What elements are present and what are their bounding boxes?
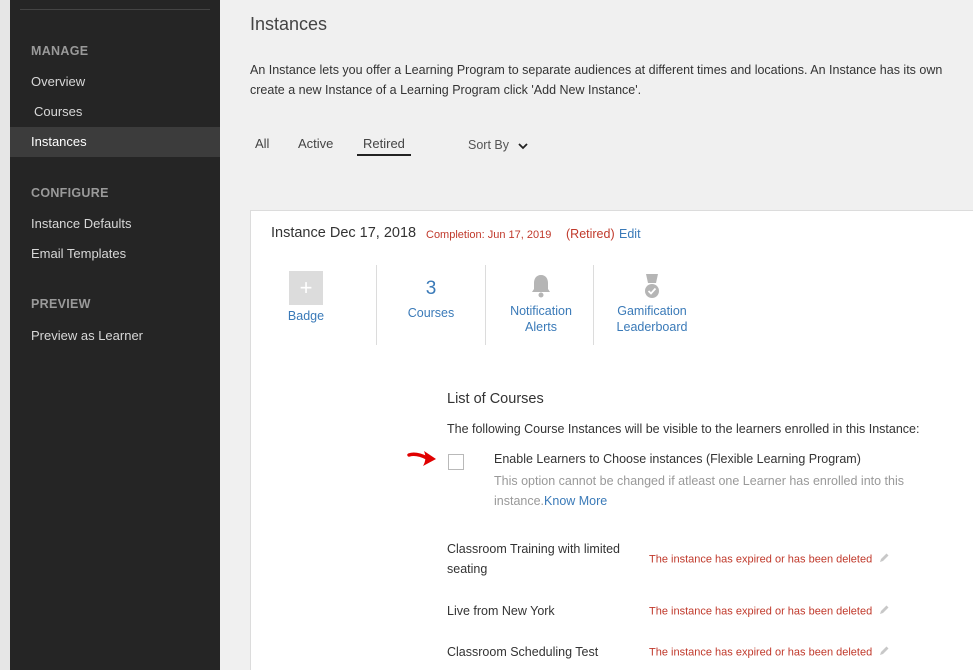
add-badge-icon: + [289,271,323,305]
completion-date: Completion: Jun 17, 2019 [426,229,552,241]
sidebar: MANAGE Overview Courses Instances CONFIG… [10,0,220,670]
course-name: Live from New York [447,604,555,618]
sidebar-item-courses[interactable]: Courses [10,97,220,127]
gamification-label-line2: Leaderboard [616,320,688,334]
courses-label: Courses [407,306,455,320]
course-status[interactable]: The instance has expired or has been del… [649,552,890,567]
page-description-line1: An Instance lets you offer a Learning Pr… [250,63,943,77]
chevron-down-icon [518,139,529,153]
course-name: Classroom Scheduling Test [447,645,599,659]
bell-icon [529,273,553,299]
course-status-text: The instance has expired or has been del… [649,646,873,659]
sidebar-heading-manage: MANAGE [31,44,89,58]
sort-by-label: Sort By [468,138,509,152]
stat-divider [593,265,594,345]
course-status[interactable]: The instance has expired or has been del… [649,645,890,660]
sidebar-heading-preview: PREVIEW [31,297,91,311]
page-description: An Instance lets you offer a Learning Pr… [250,60,973,100]
courses-stat[interactable]: 3 Courses [381,265,481,345]
list-of-courses-title: List of Courses [447,391,544,407]
sidebar-item-preview-as-learner[interactable]: Preview as Learner [10,321,220,351]
notification-label-line2: Alerts [525,320,557,334]
sidebar-item-overview[interactable]: Overview [10,67,220,97]
course-status[interactable]: The instance has expired or has been del… [649,604,890,619]
edit-link[interactable]: Edit [619,227,641,241]
badge-stat[interactable]: + Badge [271,265,341,345]
pencil-icon[interactable] [878,645,890,660]
window-left-edge [0,0,10,670]
flexible-learning-note: This option cannot be changed if atleast… [494,471,954,511]
sidebar-item-email-templates[interactable]: Email Templates [10,239,220,269]
gamification-label-line1: Gamification [617,304,687,318]
stat-divider [485,265,486,345]
retired-status: (Retired) [566,227,615,241]
instance-card: Instance Dec 17, 2018 Completion: Jun 17… [250,210,973,670]
pencil-icon[interactable] [878,552,890,567]
sidebar-item-instance-defaults[interactable]: Instance Defaults [10,209,220,239]
pencil-icon[interactable] [878,604,890,619]
page-title: Instances [250,14,328,34]
tab-all[interactable]: All [255,136,269,151]
course-name: Classroom Training with limited seating [447,542,620,576]
badge-label: Badge [287,309,325,323]
sidebar-divider [20,9,210,10]
sidebar-item-instances[interactable]: Instances [10,127,220,157]
flexible-learning-label: Enable Learners to Choose instances (Fle… [494,452,861,466]
courses-count: 3 [425,278,437,299]
course-status-text: The instance has expired or has been del… [649,553,873,566]
page-description-line2: create a new Instance of a Learning Prog… [250,83,642,97]
red-arrow-annotation-icon [407,449,439,471]
list-of-courses-description: The following Course Instances will be v… [447,422,920,436]
flexible-learning-checkbox[interactable] [448,454,464,470]
tab-retired[interactable]: Retired [357,136,411,156]
tab-active[interactable]: Active [298,136,333,151]
stat-divider [376,265,377,345]
gamification-leaderboard-stat[interactable]: Gamification Leaderboard [601,265,703,345]
main-content: Instances An Instance lets you offer a L… [220,0,973,670]
know-more-link[interactable]: Know More [544,494,607,508]
notification-alerts-stat[interactable]: Notification Alerts [491,265,591,345]
sort-by-dropdown[interactable]: Sort By [468,138,529,153]
course-status-text: The instance has expired or has been del… [649,605,873,618]
sidebar-heading-configure: CONFIGURE [31,186,109,200]
medal-icon [640,273,664,299]
instance-title: Instance Dec 17, 2018 [271,225,417,241]
notification-label-line1: Notification [510,304,572,318]
